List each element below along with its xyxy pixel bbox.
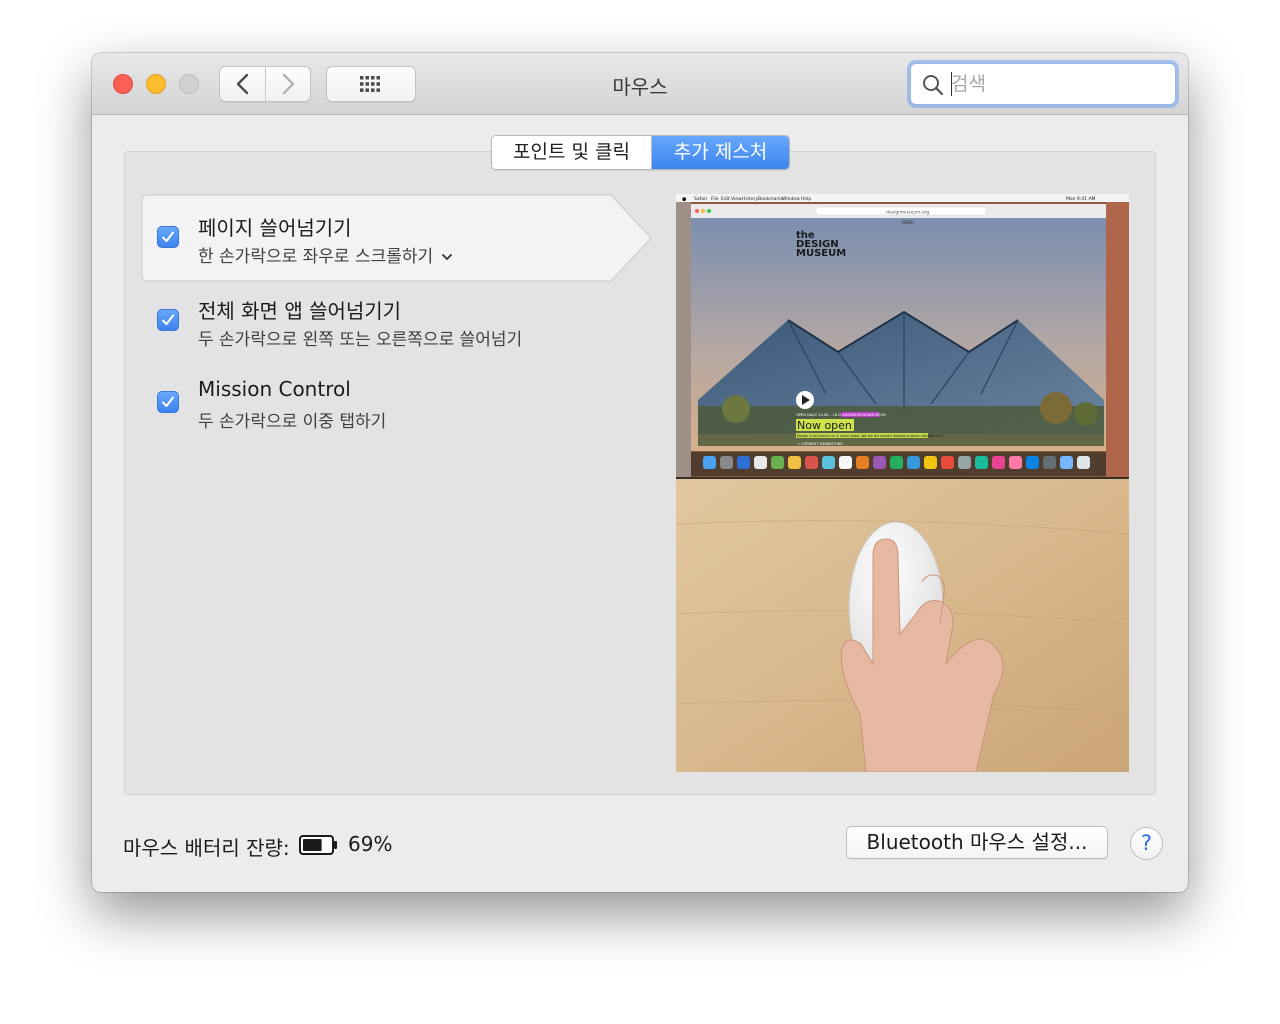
battery-percent: 69% bbox=[348, 832, 393, 856]
preview-exhibitions: + CURRENT EXHIBITIONS bbox=[797, 442, 843, 446]
dock-app-icon bbox=[958, 456, 971, 469]
checkmark-icon bbox=[162, 396, 174, 407]
preview-tagline: Design is all around us. It never stops.… bbox=[797, 434, 944, 438]
preview-menu-item: Bookmarks bbox=[758, 196, 784, 202]
dock-app-icon bbox=[839, 456, 852, 469]
dock-app-icon bbox=[822, 456, 835, 469]
help-button[interactable]: ? bbox=[1130, 827, 1163, 860]
preview-menu-item: Help bbox=[801, 196, 811, 202]
preview-illustration: ● Safari File EditViewHistoryBookmarksWind… bbox=[676, 194, 1129, 772]
bluetooth-mouse-setup-button[interactable]: Bluetooth 마우스 설정... bbox=[846, 826, 1108, 859]
dock-app-icon bbox=[1077, 456, 1090, 469]
gesture-subtitle: 두 손가락으로 이중 탭하기 bbox=[198, 412, 387, 432]
dock-app-icon bbox=[788, 456, 801, 469]
battery-level-fill bbox=[303, 839, 322, 851]
dock-app-icon bbox=[771, 456, 784, 469]
gesture-option-dropdown[interactable]: 한 손가락으로 좌우로 스크롤하기 bbox=[198, 242, 453, 267]
dock-app-icon bbox=[856, 456, 869, 469]
preview-menu-item: Window bbox=[782, 196, 800, 202]
dock-app-icon bbox=[1060, 456, 1073, 469]
battery-icon bbox=[299, 835, 337, 855]
battery-label: 마우스 배터리 잔량: bbox=[123, 836, 290, 860]
checkmark-icon bbox=[162, 314, 174, 325]
gesture-subtitle: 두 손가락으로 왼쪽 또는 오른쪽으로 쓸어넘기 bbox=[198, 330, 523, 350]
preview-url: designmuseum.org bbox=[886, 209, 929, 215]
dock-app-icon bbox=[975, 456, 988, 469]
dock-app-icon bbox=[1009, 456, 1022, 469]
preview-menu-label: MENU bbox=[902, 220, 914, 225]
gesture-title: 페이지 쓸어넘기기 bbox=[198, 216, 352, 240]
checkmark-icon bbox=[162, 231, 174, 242]
tab-bar: 포인트 및 클릭 추가 제스처 bbox=[491, 135, 790, 170]
gesture-title: Mission Control bbox=[198, 377, 351, 401]
dock-app-icon bbox=[992, 456, 1005, 469]
tab-point-and-click[interactable]: 포인트 및 클릭 bbox=[492, 136, 652, 169]
gesture-preview-video: ● Safari File EditViewHistoryBookmarksWind… bbox=[676, 194, 1129, 772]
preview-menu-item: File bbox=[711, 196, 719, 202]
dock-app-icon bbox=[754, 456, 767, 469]
checkbox-mission-control[interactable] bbox=[157, 391, 179, 413]
dock-app-icon bbox=[924, 456, 937, 469]
checkbox-swipe-full-screen-apps[interactable] bbox=[157, 309, 179, 331]
chevron-down-icon bbox=[442, 254, 453, 260]
preview-menu-clock: Mon 9:41 AM bbox=[1066, 196, 1096, 202]
dock-app-icon bbox=[1043, 456, 1056, 469]
checkbox-swipe-pages[interactable] bbox=[157, 226, 179, 248]
gesture-title: 전체 화면 앱 쓸어넘기기 bbox=[198, 299, 402, 323]
dock-app-icon bbox=[1026, 456, 1039, 469]
dock-app-icon bbox=[703, 456, 716, 469]
dock-app-icon bbox=[873, 456, 886, 469]
preview-menu-item: View bbox=[731, 196, 742, 202]
preview-now-open: Now open bbox=[797, 419, 852, 432]
dock-app-icon bbox=[720, 456, 733, 469]
search-field[interactable] bbox=[910, 63, 1176, 105]
preview-menu-items: Safari File EditViewHistoryBookmarksWindow… bbox=[694, 196, 811, 202]
dock-app-icon bbox=[890, 456, 903, 469]
apple-icon: ● bbox=[682, 197, 687, 203]
search-input[interactable] bbox=[951, 70, 1163, 98]
help-icon: ? bbox=[1140, 831, 1153, 855]
preview-hashtag: #INSIDEDESIGNMUSEUM bbox=[842, 413, 886, 417]
system-preferences-window: 마우스 포인트 및 클릭 추가 제스처 페이지 쓸어넘기기 한 손가락으로 좌우… bbox=[92, 53, 1188, 892]
preview-menu-item: Safari bbox=[694, 196, 707, 202]
dock-app-icon bbox=[941, 456, 954, 469]
tab-more-gestures[interactable]: 추가 제스처 bbox=[652, 136, 789, 169]
title-bar: 마우스 bbox=[92, 53, 1188, 115]
search-icon bbox=[923, 75, 944, 96]
preview-open-daily: OPEN DAILY 10.00 – 18.00 bbox=[796, 413, 844, 417]
dock-app-icon bbox=[737, 456, 750, 469]
gestures-panel: 페이지 쓸어넘기기 한 손가락으로 좌우로 스크롤하기 전체 화면 앱 쓸어넘기… bbox=[124, 151, 1156, 795]
dock-app-icon bbox=[805, 456, 818, 469]
preview-menu-item: History bbox=[742, 196, 758, 202]
dock-app-icon bbox=[907, 456, 920, 469]
gesture-subtitle: 한 손가락으로 좌우로 스크롤하기 bbox=[198, 247, 434, 267]
preview-menu-item: Edit bbox=[721, 196, 730, 202]
